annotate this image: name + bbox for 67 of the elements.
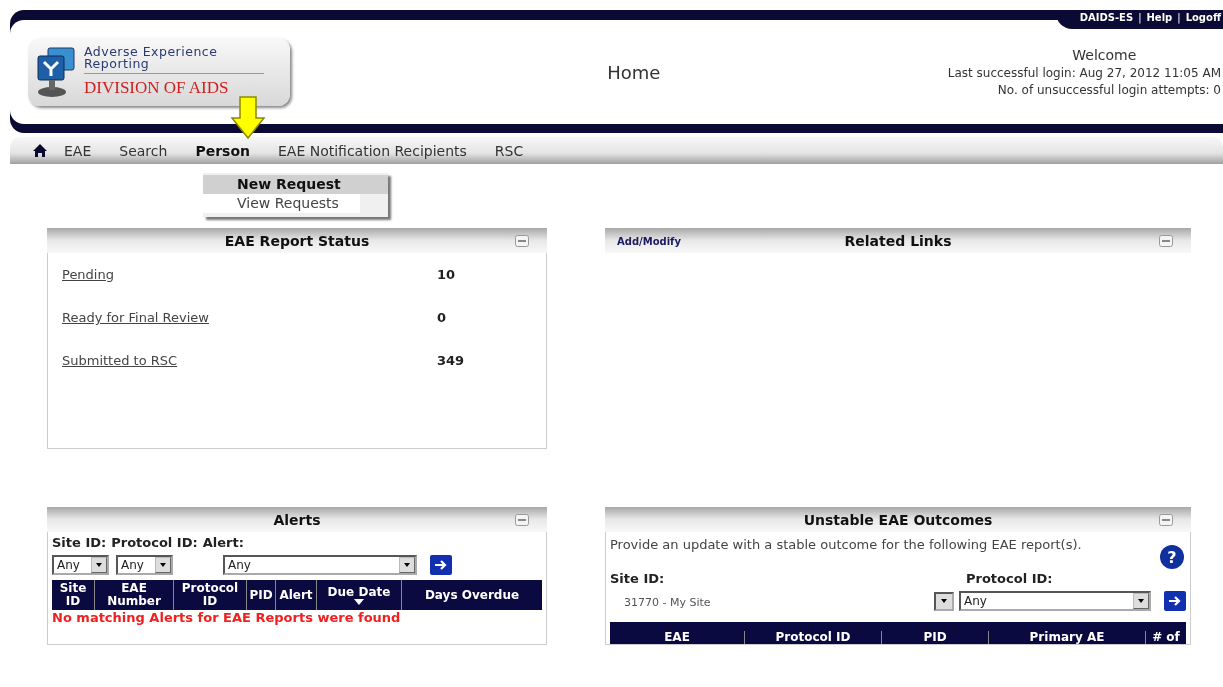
column-header[interactable]: EAE Number	[95, 580, 174, 610]
column-header[interactable]: # of	[1146, 631, 1186, 644]
status-count: 349	[437, 353, 466, 370]
dropdown[interactable]: Any	[959, 591, 1151, 611]
filter-label: Site ID:	[610, 571, 666, 586]
collapse-icon	[515, 514, 529, 526]
panel-title: Alerts	[273, 511, 321, 528]
empty-message: No matching Alerts for EAE Reports were found	[52, 610, 402, 625]
nav-item[interactable]: Person	[195, 142, 250, 159]
column-header[interactable]: Due Date	[317, 580, 402, 610]
arrow-icon	[1168, 595, 1182, 607]
status-count: 10	[437, 267, 457, 284]
header-link[interactable]: Help	[1146, 12, 1173, 23]
dropdown[interactable]: Any	[52, 555, 109, 575]
status-link[interactable]: Pending	[62, 267, 114, 310]
dropdown[interactable]: Any	[116, 555, 173, 575]
column-header[interactable]: Protocol ID	[745, 631, 882, 644]
site-value: 31770 - My Site	[624, 596, 711, 609]
panel-title: Unstable EAE Outcomes	[803, 511, 993, 528]
computer-icon	[34, 44, 78, 100]
status-link[interactable]: Submitted to RSC	[62, 353, 178, 396]
menu-item[interactable]: View Requests	[203, 194, 360, 213]
arrow-icon	[434, 559, 448, 571]
collapse-icon	[515, 235, 529, 247]
collapse-icon	[1159, 514, 1173, 526]
column-header[interactable]: PID	[247, 580, 276, 610]
filter-label: Protocol ID:	[111, 535, 198, 550]
menu-item[interactable]: New Request	[203, 175, 388, 194]
collapse-icon	[1159, 235, 1173, 247]
status-count: 0	[437, 310, 448, 327]
logo-text: DIVISION OF AIDS	[84, 78, 230, 98]
panel-title: EAE Report Status	[224, 232, 370, 249]
header-link[interactable]: Logoff	[1185, 12, 1221, 23]
column-header[interactable]: Protocol ID	[174, 580, 247, 610]
nav-item[interactable]: EAE Notification Recipients	[277, 142, 467, 159]
description-text: Provide an update with a stable outcome for the following EAE report(s).	[610, 536, 1083, 554]
column-header[interactable]: PID	[882, 631, 989, 644]
add-modify-link[interactable]: Add/Modify	[617, 236, 681, 247]
status-link[interactable]: Ready for Final Review	[62, 310, 209, 353]
arrow-icon	[230, 96, 266, 140]
last-login-text: Last successful login: Aug 27, 2012 11:05 AM	[947, 66, 1221, 80]
panel-title: Related Links	[844, 232, 952, 249]
column-header[interactable]: Site ID	[52, 580, 95, 610]
welcome-text: Welcome	[1071, 47, 1137, 63]
header-link[interactable]: DAIDS-ES	[1079, 12, 1134, 23]
nav-item[interactable]: RSC	[494, 142, 524, 159]
filter-label: Alert:	[202, 535, 244, 550]
column-header[interactable]: Alert	[276, 580, 317, 610]
go-button[interactable]	[1164, 591, 1186, 611]
column-header[interactable]: Primary AE	[989, 631, 1146, 644]
dropdown[interactable]: Any	[223, 555, 417, 575]
dropdown[interactable]	[934, 591, 954, 611]
nav-item[interactable]: EAE	[64, 142, 92, 159]
logo-text: Adverse Experience	[84, 46, 219, 58]
column-header[interactable]: EAE	[610, 631, 745, 644]
filter-label: Site ID:	[52, 535, 107, 550]
go-button[interactable]	[430, 555, 452, 575]
separator: |	[1177, 12, 1181, 23]
logo-text: Reporting	[84, 58, 264, 74]
home-icon	[32, 143, 48, 158]
column-header[interactable]: Days Overdue	[402, 580, 542, 610]
help-icon[interactable]: ?	[1160, 545, 1184, 569]
login-attempts-text: No. of unsuccessful login attempts: 0	[997, 83, 1221, 97]
filter-label: Protocol ID:	[966, 571, 1054, 586]
separator: |	[1138, 12, 1142, 23]
page-title: Home	[606, 61, 662, 83]
nav-item[interactable]: Search	[119, 142, 168, 159]
